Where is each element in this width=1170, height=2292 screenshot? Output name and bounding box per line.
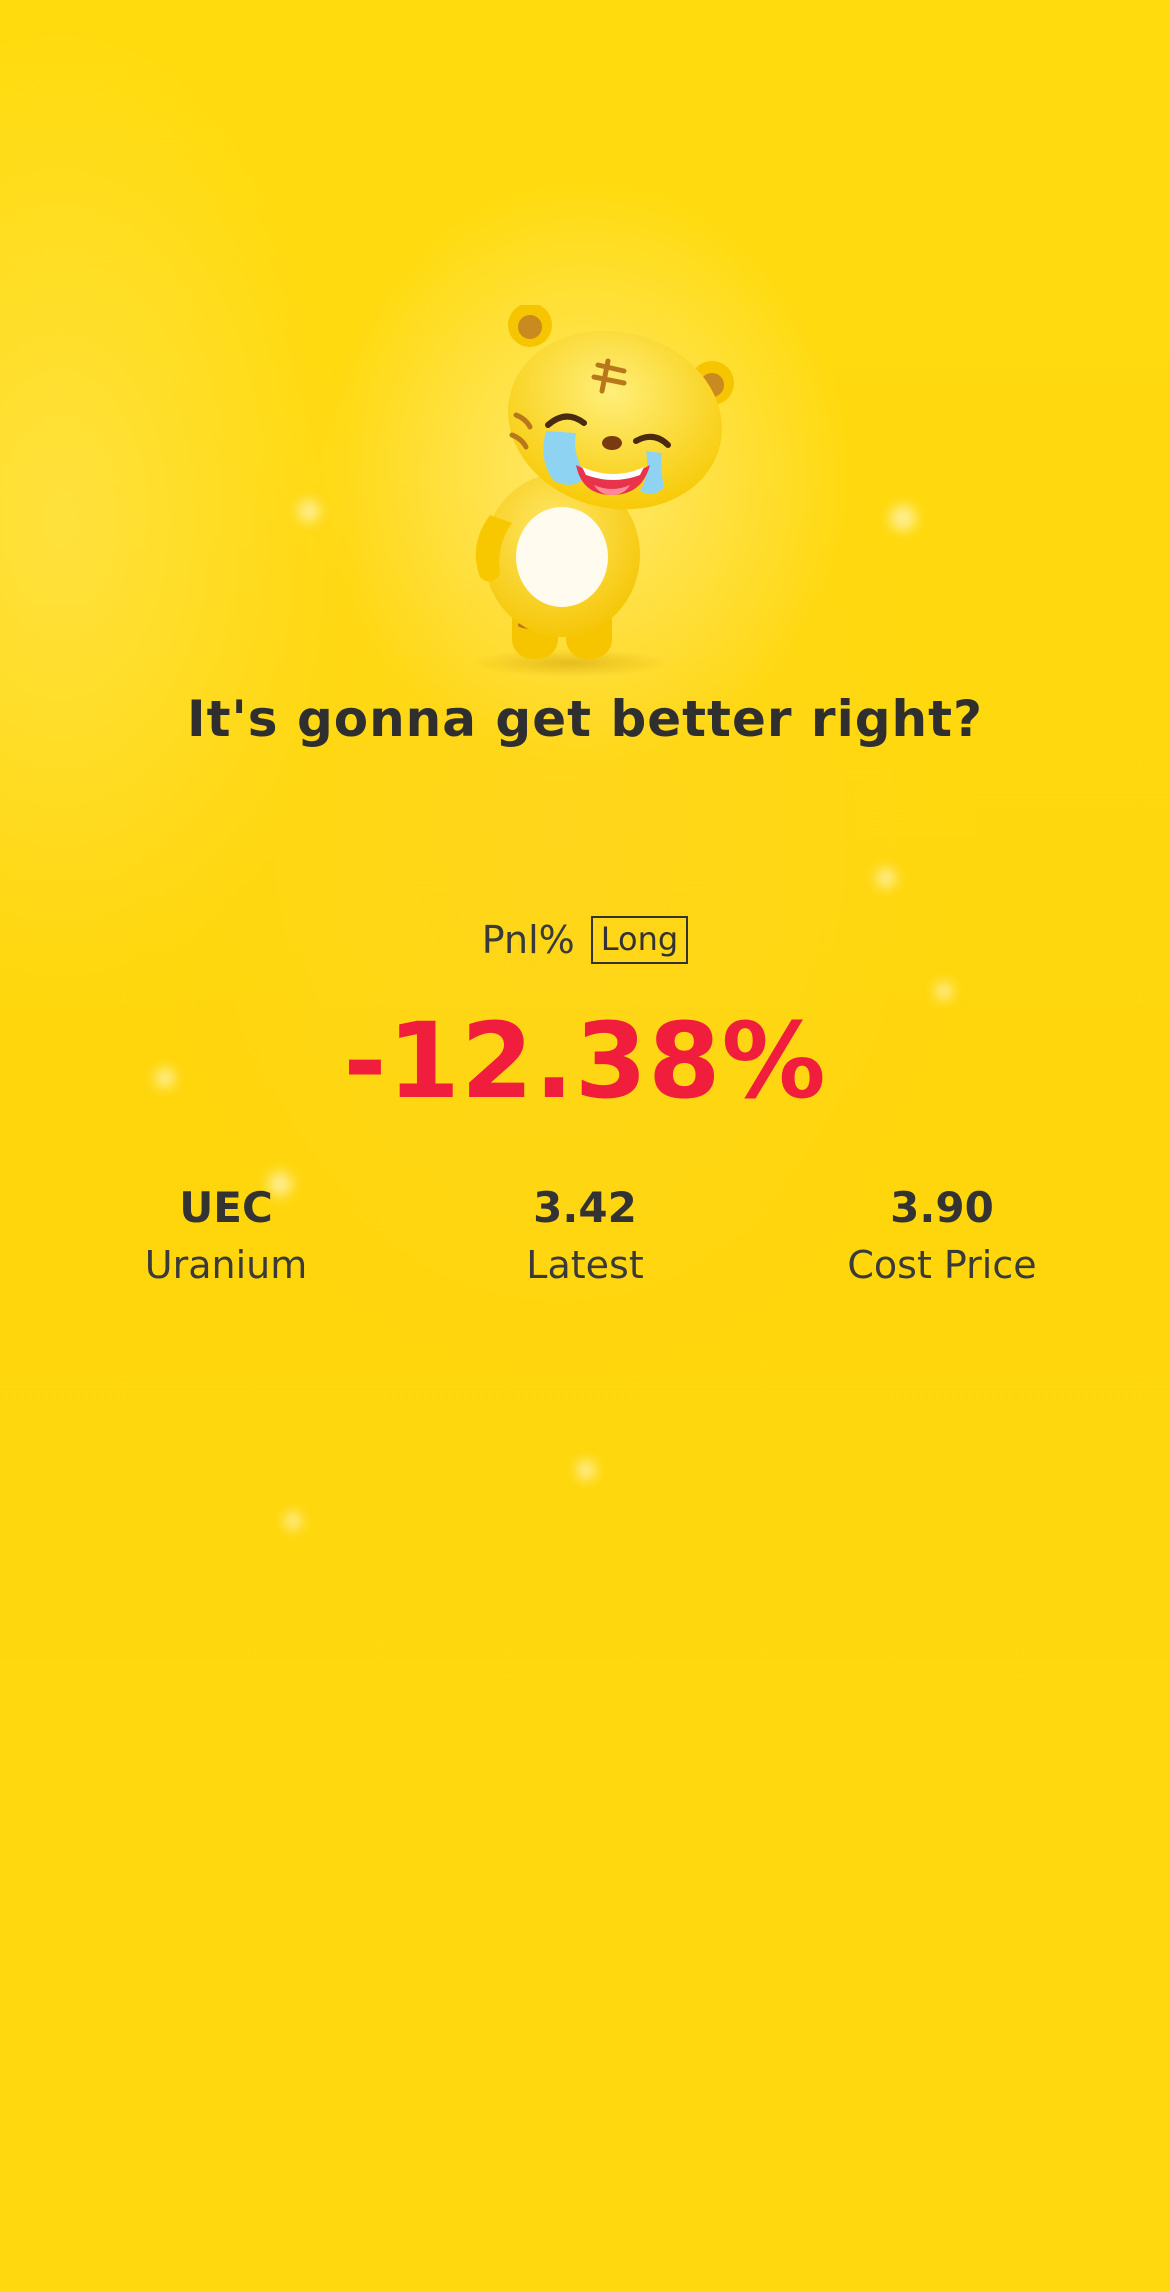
stat-cost-price: 3.90 Cost Price	[792, 1180, 1092, 1294]
stat-label: Latest	[526, 1243, 644, 1287]
sparkle	[284, 1512, 302, 1530]
stat-value: 3.42	[533, 1183, 637, 1232]
direction-badge: Long	[590, 916, 689, 964]
stat-symbol: UEC Uranium	[76, 1180, 376, 1294]
sparkle	[876, 868, 896, 888]
tiger-mascot-icon	[470, 305, 734, 677]
pnl-header: Pnl% Long	[0, 916, 1170, 964]
sparkle	[298, 500, 320, 522]
stat-value: 3.90	[890, 1183, 994, 1232]
sparkle	[935, 982, 953, 1000]
stat-value: UEC	[179, 1183, 273, 1232]
stat-latest: 3.42 Latest	[435, 1180, 735, 1294]
headline: It's gonna get better right?	[186, 690, 984, 748]
stat-label: Cost Price	[847, 1243, 1037, 1287]
stats-row: UEC Uranium 3.42 Latest 3.90 Cost Price	[0, 1180, 1170, 1300]
stat-label: Uranium	[144, 1243, 308, 1287]
sparkle	[890, 505, 916, 531]
pnl-percentage: -12.38%	[343, 1000, 827, 1122]
sparkle	[576, 1460, 596, 1480]
pnl-label: Pnl%	[481, 918, 575, 962]
